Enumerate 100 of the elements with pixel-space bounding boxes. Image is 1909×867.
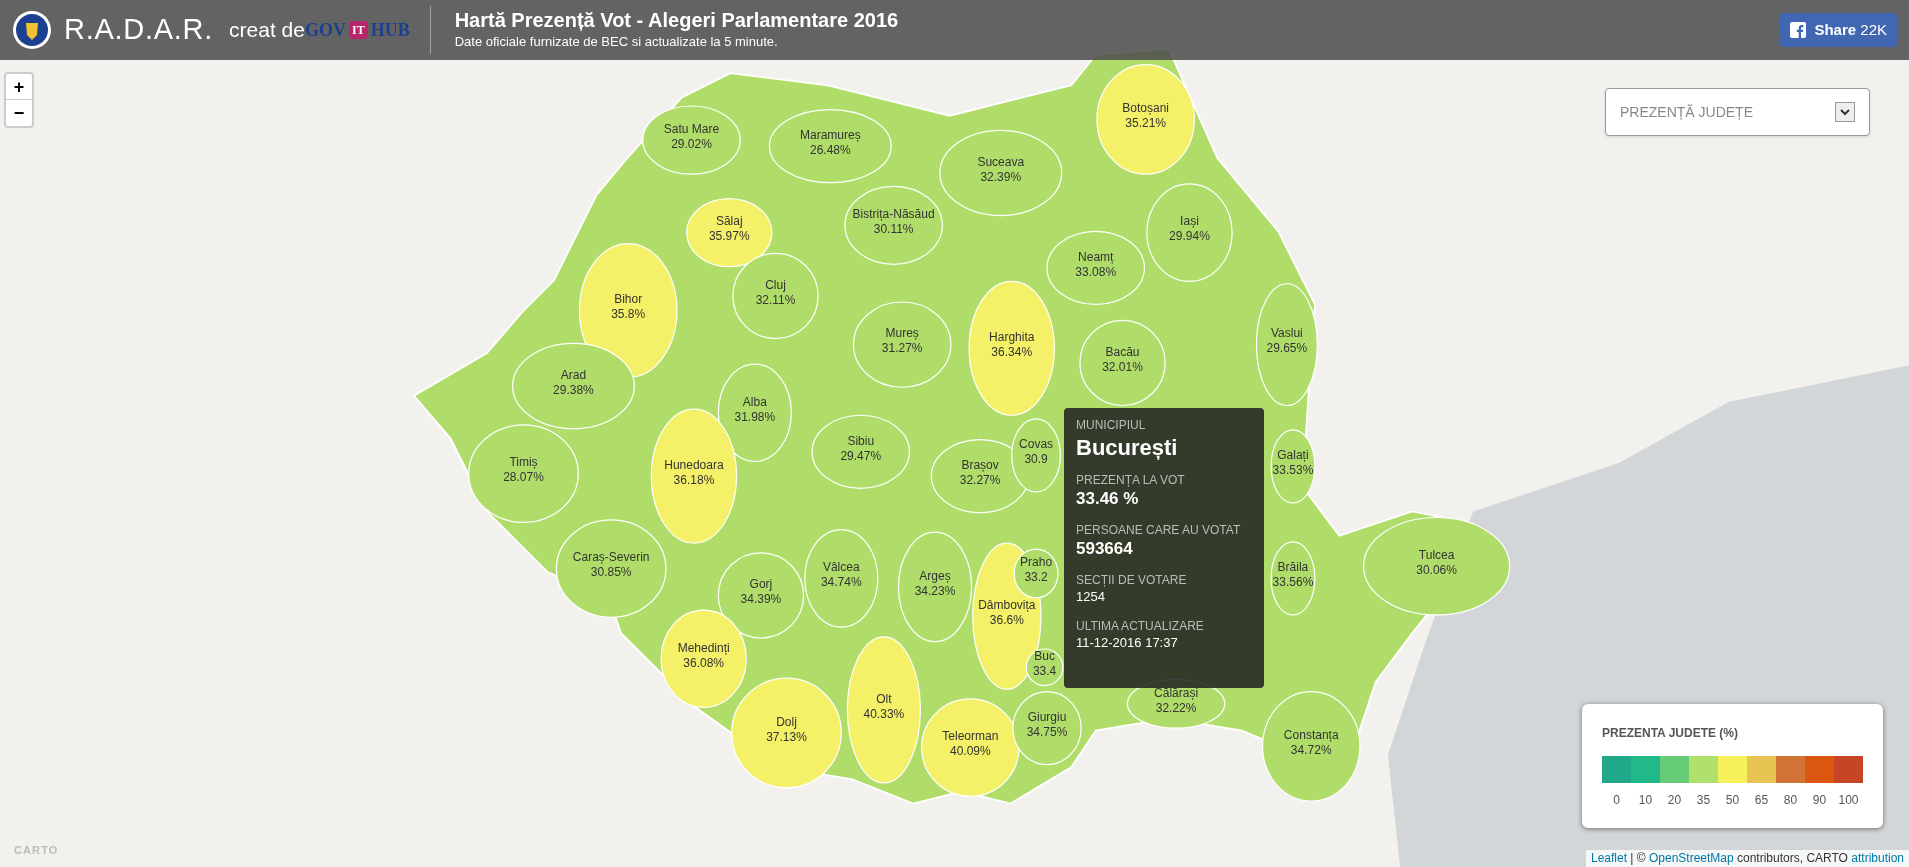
county-name: Timiș bbox=[509, 455, 538, 471]
county-area[interactable] bbox=[1046, 230, 1146, 306]
field-value: 1254 bbox=[1076, 588, 1106, 606]
county-name: Botoșani bbox=[1122, 101, 1169, 117]
county-area[interactable] bbox=[660, 609, 747, 709]
county-area[interactable] bbox=[1270, 541, 1316, 616]
county-name: Buc bbox=[1034, 649, 1055, 665]
county-area[interactable] bbox=[1255, 283, 1318, 407]
county-area[interactable] bbox=[1012, 691, 1082, 766]
county-name: Hunedoara bbox=[664, 457, 724, 473]
field-label: ULTIMA ACTUALIZARE bbox=[1076, 618, 1205, 634]
county-name: Cluj bbox=[765, 277, 786, 293]
attribution-link[interactable]: attribution bbox=[1851, 851, 1904, 865]
county-turnout: 29.47% bbox=[840, 448, 882, 464]
county-area[interactable] bbox=[768, 109, 892, 184]
leaflet-link[interactable]: Leaflet bbox=[1590, 851, 1627, 865]
county-turnout: 35.97% bbox=[708, 229, 750, 245]
county-turnout: 36.08% bbox=[683, 655, 725, 671]
county-turnout: 32.27% bbox=[959, 472, 1001, 488]
county-turnout: 33.53% bbox=[1272, 463, 1314, 479]
field-value: 593664 bbox=[1076, 538, 1134, 560]
county-name: Arad bbox=[560, 367, 587, 383]
field-value: 11-12-2016 17:37 bbox=[1076, 634, 1179, 652]
county-turnout: 33.56% bbox=[1272, 575, 1314, 591]
county-turnout: 35.8% bbox=[611, 307, 646, 323]
county-area[interactable] bbox=[1011, 418, 1062, 493]
county-turnout: 30.11% bbox=[873, 222, 914, 237]
county-turnout: 34.23% bbox=[914, 583, 956, 599]
county-turnout: 31.98% bbox=[734, 409, 776, 425]
county-name: Brașov bbox=[961, 457, 999, 473]
legend-label: 65 bbox=[1754, 792, 1769, 809]
county-area[interactable] bbox=[1013, 548, 1059, 599]
county-name: Giurgiu bbox=[1027, 709, 1067, 725]
county-name: Brăila bbox=[1277, 560, 1309, 576]
field-label: PREZENȚA LA VOT bbox=[1076, 472, 1186, 488]
county-name: Iași bbox=[1180, 214, 1199, 230]
county-name: Sibiu bbox=[847, 433, 875, 449]
county-turnout: 30.85% bbox=[590, 565, 632, 581]
county-turnout: 40.33% bbox=[863, 706, 905, 722]
county-turnout: 37.13% bbox=[766, 729, 807, 745]
legend-label: 90 bbox=[1812, 792, 1827, 809]
county-turnout: 34.74% bbox=[820, 575, 862, 591]
county-turnout: 32.22% bbox=[1155, 700, 1197, 716]
county-turnout: 33.08% bbox=[1075, 264, 1117, 280]
county-area[interactable] bbox=[1270, 429, 1316, 504]
legend-label: 20 bbox=[1667, 792, 1682, 809]
county-area[interactable] bbox=[804, 529, 879, 628]
county-name: Bacău bbox=[1105, 344, 1140, 360]
county-name: Suceava bbox=[977, 154, 1025, 170]
page-subtitle: Date oficiale furnizate de BEC si actualizate la 5 minute. bbox=[454, 33, 779, 51]
field-value: 33.46 % bbox=[1076, 488, 1140, 510]
county-turnout: 34.72% bbox=[1290, 743, 1332, 759]
county-name: Sălaj bbox=[715, 214, 743, 230]
share-button[interactable]: Share 22K bbox=[1780, 13, 1897, 47]
county-turnout: 32.01% bbox=[1102, 359, 1143, 375]
county-turnout: 30.9 bbox=[1024, 452, 1048, 468]
county-turnout: 30.06% bbox=[1416, 562, 1457, 578]
legend-label: 35 bbox=[1696, 792, 1711, 809]
emblem-icon bbox=[12, 10, 52, 50]
field-label: SECȚII DE VOTARE bbox=[1076, 572, 1188, 588]
county-area[interactable] bbox=[686, 197, 773, 268]
county-area[interactable] bbox=[844, 185, 943, 265]
county-turnout: 40.09% bbox=[949, 744, 991, 760]
county-turnout: 36.6% bbox=[989, 612, 1024, 628]
county-name: Covas bbox=[1019, 437, 1054, 453]
county-turnout: 34.75% bbox=[1026, 724, 1068, 740]
county-turnout: 29.02% bbox=[671, 136, 712, 152]
county-turnout: 29.94% bbox=[1169, 229, 1210, 245]
county-turnout: 33.4 bbox=[1032, 664, 1057, 680]
legend-title: PREZENTA JUDETE (%) bbox=[1602, 725, 1739, 742]
openstreetmap-link[interactable]: OpenStreetMap bbox=[1648, 851, 1734, 865]
county-name: Dolj bbox=[776, 714, 797, 730]
field-label: PERSOANE CARE AU VOTAT bbox=[1076, 522, 1242, 538]
county-area[interactable] bbox=[1025, 648, 1064, 687]
county-name: Praho bbox=[1020, 555, 1053, 571]
county-name: Caraș-Severin bbox=[572, 550, 650, 566]
county-name: Vaslui bbox=[1270, 326, 1303, 342]
county-name: Bihor bbox=[614, 292, 643, 308]
county-name: Teleorman bbox=[942, 729, 999, 745]
county-name: Maramureș bbox=[799, 127, 861, 143]
county-name: Galați bbox=[1277, 448, 1309, 464]
county-turnout: 36.18% bbox=[673, 472, 715, 488]
zoom-in-button[interactable]: + bbox=[6, 74, 32, 100]
layer-dropdown[interactable]: PREZENȚĂ JUDEȚE bbox=[1605, 88, 1870, 136]
tooltip-type: MUNICIPIUL bbox=[1076, 417, 1147, 434]
county-area[interactable] bbox=[555, 519, 667, 618]
county-area[interactable] bbox=[642, 105, 741, 175]
county-turnout: 28.07% bbox=[503, 470, 544, 486]
county-name: Dâmbovița bbox=[978, 597, 1036, 613]
county-name: Argeș bbox=[919, 568, 951, 584]
brand-name: R.A.D.A.R. bbox=[64, 12, 214, 48]
county-turnout: 29.38% bbox=[553, 382, 594, 398]
zoom-out-button[interactable]: − bbox=[6, 100, 32, 126]
county-name: Olt bbox=[876, 691, 892, 707]
tooltip-title: București bbox=[1076, 434, 1179, 462]
created-by-text: creat de bbox=[229, 17, 305, 44]
county-turnout: 33.2 bbox=[1024, 570, 1048, 586]
county-turnout: 32.11% bbox=[755, 292, 796, 308]
county-turnout: 34.39% bbox=[740, 592, 782, 608]
county-name: Harghita bbox=[989, 330, 1035, 345]
